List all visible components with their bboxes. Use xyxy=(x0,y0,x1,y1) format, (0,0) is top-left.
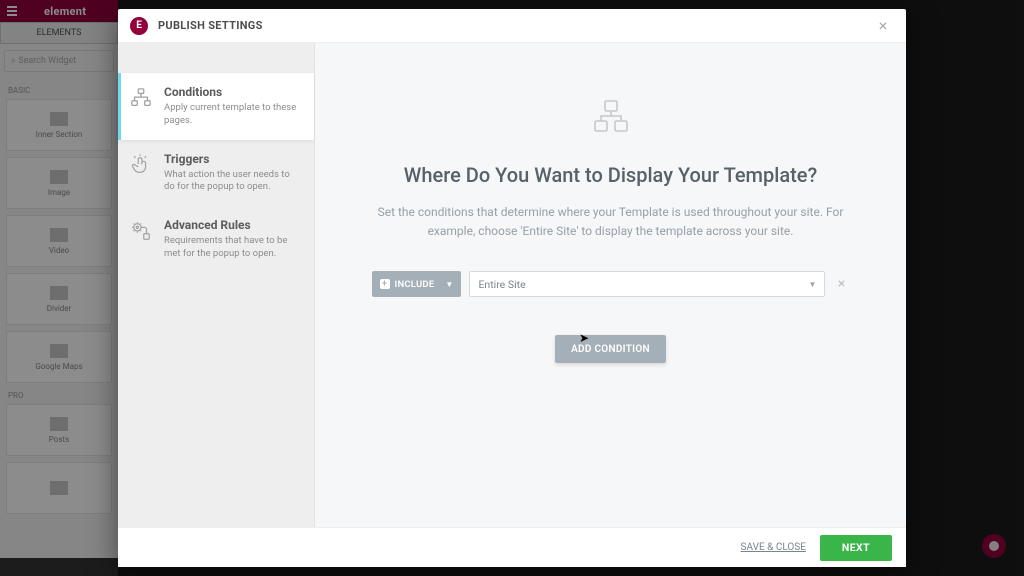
sidebar-item-advanced-rules[interactable]: Advanced Rules Requirements that have to… xyxy=(118,206,314,273)
sidebar-item-desc: What action the user needs to do for the… xyxy=(164,169,302,195)
sidebar-item-desc: Requirements that have to be met for the… xyxy=(164,235,302,261)
gear-flow-icon xyxy=(128,218,154,244)
remove-condition-icon[interactable]: × xyxy=(833,276,849,292)
tap-icon xyxy=(128,152,154,178)
sidebar-item-conditions[interactable]: Conditions Apply current template to the… xyxy=(118,73,314,140)
chevron-down-icon: ▼ xyxy=(809,280,817,289)
condition-row: + INCLUDE ▼ Entire Site ▼ × xyxy=(372,271,850,297)
include-label: INCLUDE xyxy=(395,279,435,290)
modal-main-pane: Where Do You Want to Display Your Templa… xyxy=(315,43,906,527)
chevron-down-icon: ▼ xyxy=(445,280,453,289)
plus-icon: + xyxy=(380,279,390,289)
sidebar-item-triggers[interactable]: Triggers What action the user needs to d… xyxy=(118,140,314,207)
add-condition-button[interactable]: ADD CONDITION xyxy=(555,335,666,363)
modal-title: PUBLISH SETTINGS xyxy=(158,19,263,32)
sidebar-item-desc: Apply current template to these pages. xyxy=(164,102,302,128)
sidebar-item-title: Conditions xyxy=(164,85,302,99)
sidebar-item-title: Advanced Rules xyxy=(164,218,302,232)
sidebar-item-title: Triggers xyxy=(164,152,302,166)
hero-sitemap-icon xyxy=(591,99,631,135)
condition-selected-value: Entire Site xyxy=(478,278,525,291)
modal-footer: SAVE & CLOSE NEXT xyxy=(118,527,906,567)
modal-header: E PUBLISH SETTINGS × xyxy=(118,9,906,43)
hero-title: Where Do You Want to Display Your Templa… xyxy=(404,163,817,187)
save-and-close-link[interactable]: SAVE & CLOSE xyxy=(741,542,806,553)
close-icon[interactable]: × xyxy=(872,15,894,37)
publish-settings-modal: E PUBLISH SETTINGS × Conditions Apply cu… xyxy=(118,9,906,567)
hero-description: Set the conditions that determine where … xyxy=(376,203,846,241)
sitemap-icon xyxy=(128,85,154,111)
elementor-badge-icon: E xyxy=(130,17,148,35)
modal-sidebar: Conditions Apply current template to the… xyxy=(118,43,315,527)
condition-scope-select[interactable]: Entire Site ▼ xyxy=(469,271,825,297)
include-exclude-toggle[interactable]: + INCLUDE ▼ xyxy=(372,271,462,297)
next-button[interactable]: NEXT xyxy=(820,535,892,561)
